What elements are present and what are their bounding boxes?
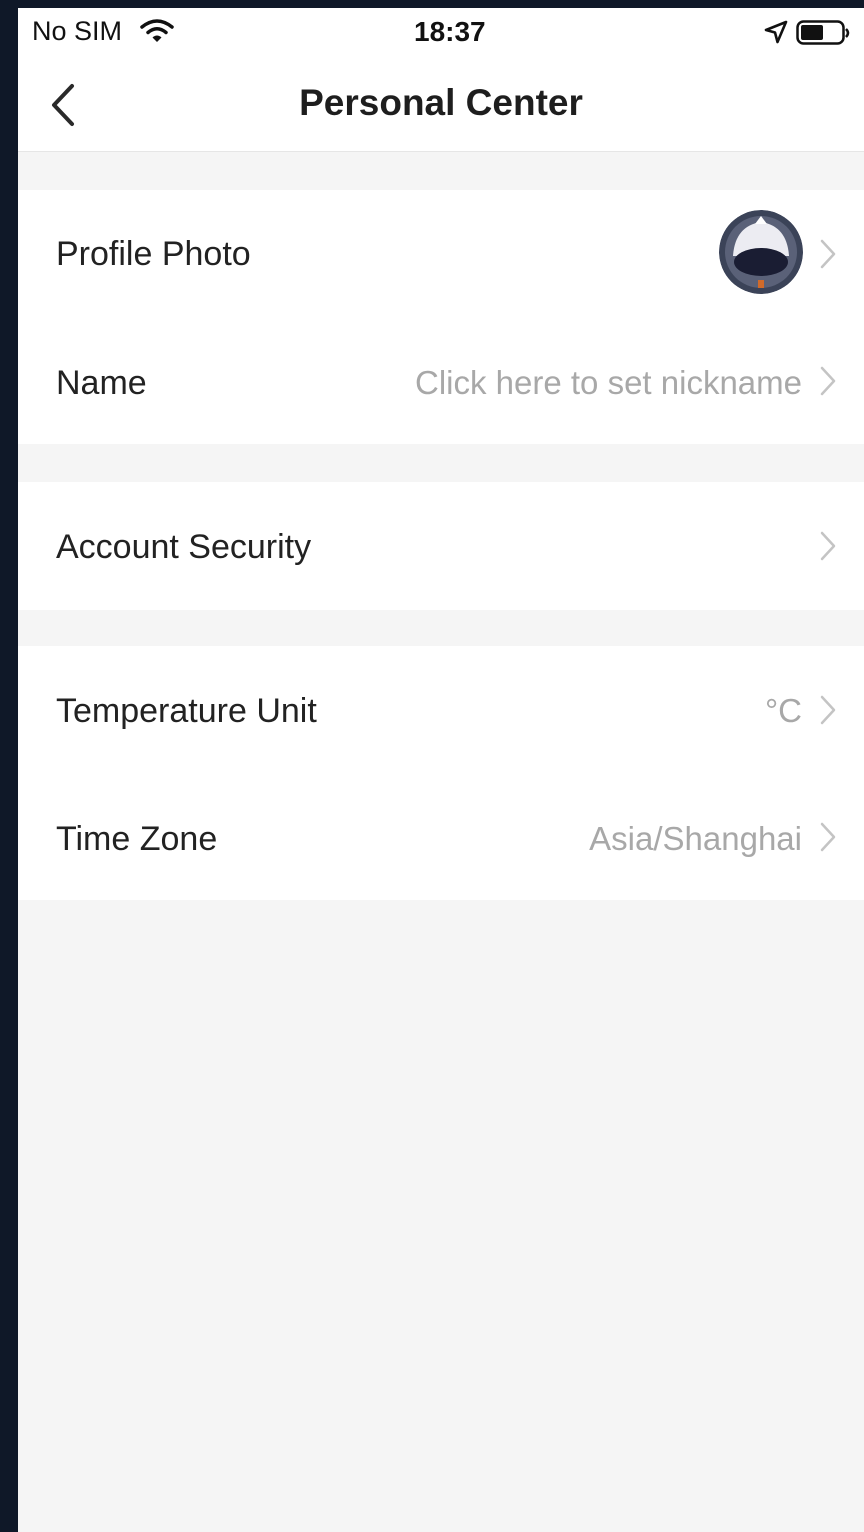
profile-group: Profile Photo Name Click here to set nic…	[18, 190, 864, 444]
chevron-right-icon	[818, 820, 838, 854]
temperature-unit-label: Temperature Unit	[56, 692, 317, 730]
chevron-right-icon	[818, 237, 838, 271]
wifi-icon	[140, 18, 174, 49]
temperature-unit-value: °C	[764, 692, 802, 729]
page-title: Personal Center	[299, 82, 583, 123]
account-security-label: Account Security	[56, 528, 312, 566]
chevron-right-icon	[818, 364, 838, 398]
avatar	[719, 210, 803, 294]
nickname-placeholder: Click here to set nickname	[415, 364, 802, 401]
row-account-security[interactable]: Account Security	[18, 482, 864, 610]
nav-bar: Personal Center	[18, 56, 864, 152]
preferences-group: Temperature Unit °C Time Zone Asia/Shang…	[18, 646, 864, 900]
time-zone-label: Time Zone	[56, 820, 218, 858]
row-name[interactable]: Name Click here to set nickname	[18, 318, 864, 444]
carrier-label: No SIM	[32, 16, 123, 46]
row-profile-photo[interactable]: Profile Photo	[18, 190, 864, 318]
profile-photo-label: Profile Photo	[56, 235, 251, 273]
name-label: Name	[56, 364, 147, 402]
status-bar: No SIM 18:37	[18, 8, 864, 56]
row-temperature-unit[interactable]: Temperature Unit °C	[18, 646, 864, 774]
screen: No SIM 18:37 Personal Center Profile Pho…	[18, 8, 864, 1532]
chevron-right-icon	[818, 693, 838, 727]
row-time-zone[interactable]: Time Zone Asia/Shanghai	[18, 774, 864, 900]
time-zone-value: Asia/Shanghai	[589, 820, 802, 857]
clock-time: 18:37	[414, 16, 486, 47]
chevron-right-icon	[818, 529, 838, 563]
security-group: Account Security	[18, 482, 864, 610]
location-arrow-icon	[764, 20, 788, 49]
battery-icon	[796, 20, 852, 51]
